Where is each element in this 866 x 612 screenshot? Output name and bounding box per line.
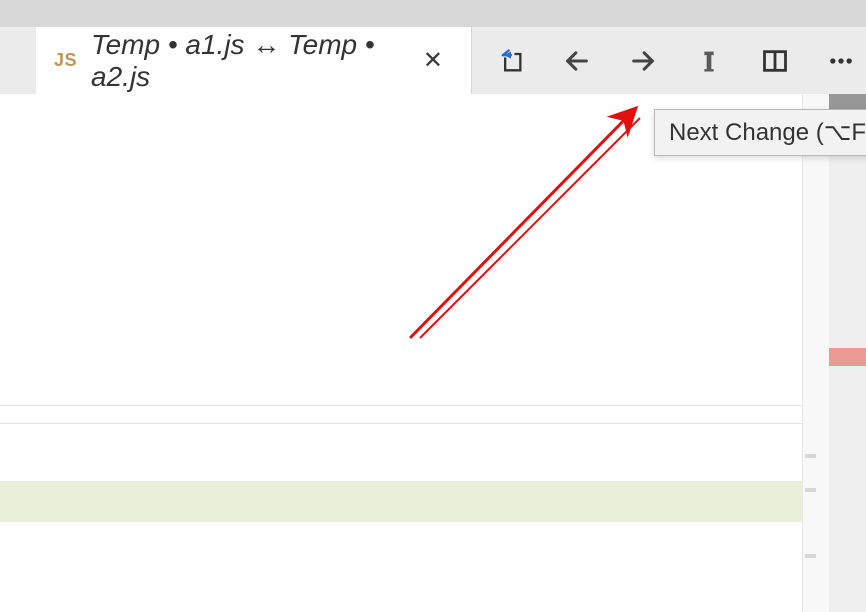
open-changes-button[interactable]	[496, 46, 526, 76]
overview-ruler[interactable]	[829, 94, 866, 612]
previous-change-button[interactable]	[562, 46, 592, 76]
tab-title: Temp • a1.js ↔ Temp • a2.js	[91, 29, 403, 93]
close-icon[interactable]: ✕	[417, 40, 449, 81]
editor-rule	[0, 405, 803, 406]
window-chrome-strip	[0, 0, 866, 27]
overview-diff-marker	[829, 348, 866, 366]
editor-rule	[0, 423, 803, 424]
js-file-icon: JS	[54, 50, 77, 71]
diff-editor-pane[interactable]	[0, 94, 866, 612]
minimap-mark	[805, 554, 816, 558]
toggle-whitespace-button[interactable]	[694, 46, 724, 76]
tab-bar: JS Temp • a1.js ↔ Temp • a2.js ✕	[0, 27, 866, 94]
diff-added-line	[0, 481, 803, 522]
more-actions-button[interactable]	[826, 46, 856, 76]
editor-tab-diff[interactable]: JS Temp • a1.js ↔ Temp • a2.js ✕	[36, 27, 471, 94]
minimap-mark	[805, 454, 816, 458]
toggle-layout-button[interactable]	[760, 46, 790, 76]
tooltip-next-change: Next Change (⌥F5)	[654, 109, 866, 156]
editor-toolbar	[471, 27, 866, 94]
minimap[interactable]	[802, 94, 829, 612]
next-change-button[interactable]	[628, 46, 658, 76]
minimap-mark	[805, 488, 816, 492]
